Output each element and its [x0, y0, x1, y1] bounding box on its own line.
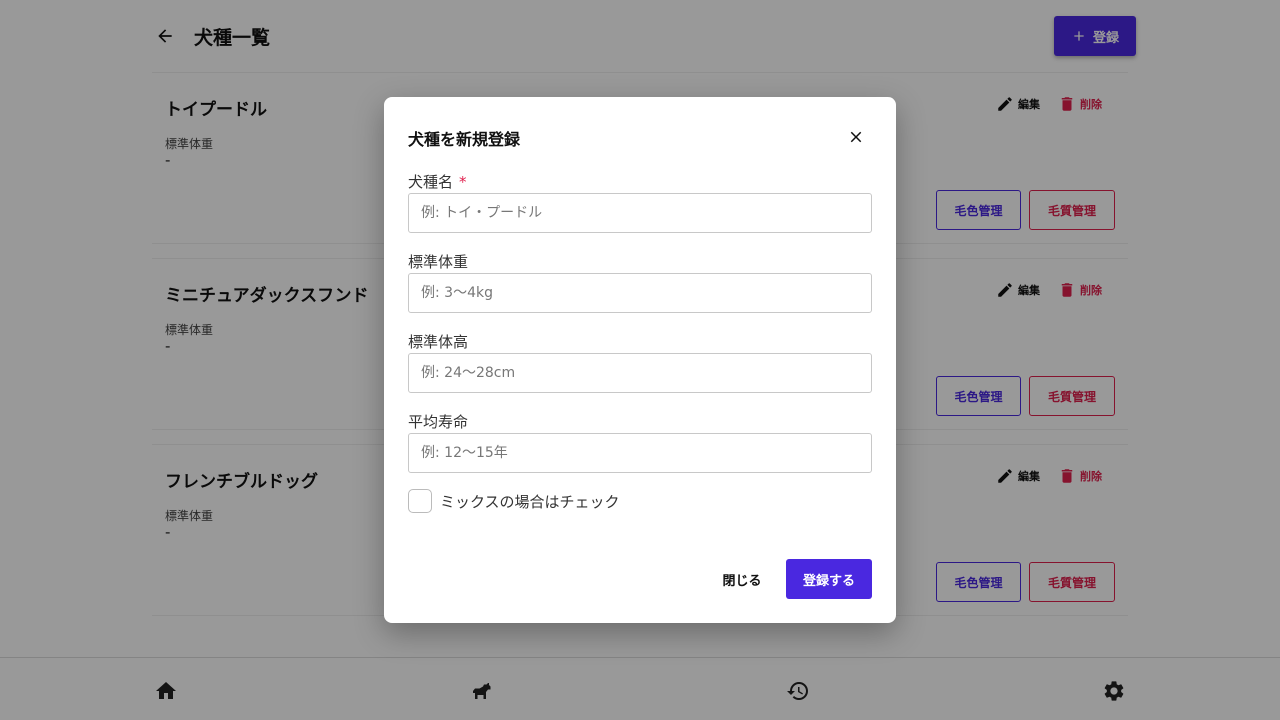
required-mark: * [459, 173, 467, 191]
close-button[interactable]: 閉じる [708, 559, 776, 599]
average-lifespan-input[interactable] [408, 433, 872, 473]
standard-weight-field-label: 標準体重 [408, 253, 469, 271]
mix-checkbox-row[interactable]: ミックスの場合はチェック [408, 489, 620, 513]
breed-name-label-text: 犬種名 [408, 173, 454, 191]
new-breed-dialog: 犬種を新規登録 犬種名 * 標準体重 標準体高 平均寿命 ミックスの場合はチェック… [384, 97, 896, 623]
average-lifespan-field-label: 平均寿命 [408, 413, 469, 431]
standard-height-input[interactable] [408, 353, 872, 393]
standard-height-field-label: 標準体高 [408, 333, 469, 351]
breed-name-label: 犬種名 * [408, 171, 467, 192]
dialog-title: 犬種を新規登録 [408, 130, 521, 149]
close-icon [850, 131, 862, 143]
breed-name-input[interactable] [408, 193, 872, 233]
mix-checkbox[interactable] [408, 489, 432, 513]
standard-weight-input[interactable] [408, 273, 872, 313]
mix-checkbox-label: ミックスの場合はチェック [440, 492, 620, 511]
dialog-close-button[interactable] [844, 125, 868, 149]
submit-button[interactable]: 登録する [786, 559, 872, 599]
